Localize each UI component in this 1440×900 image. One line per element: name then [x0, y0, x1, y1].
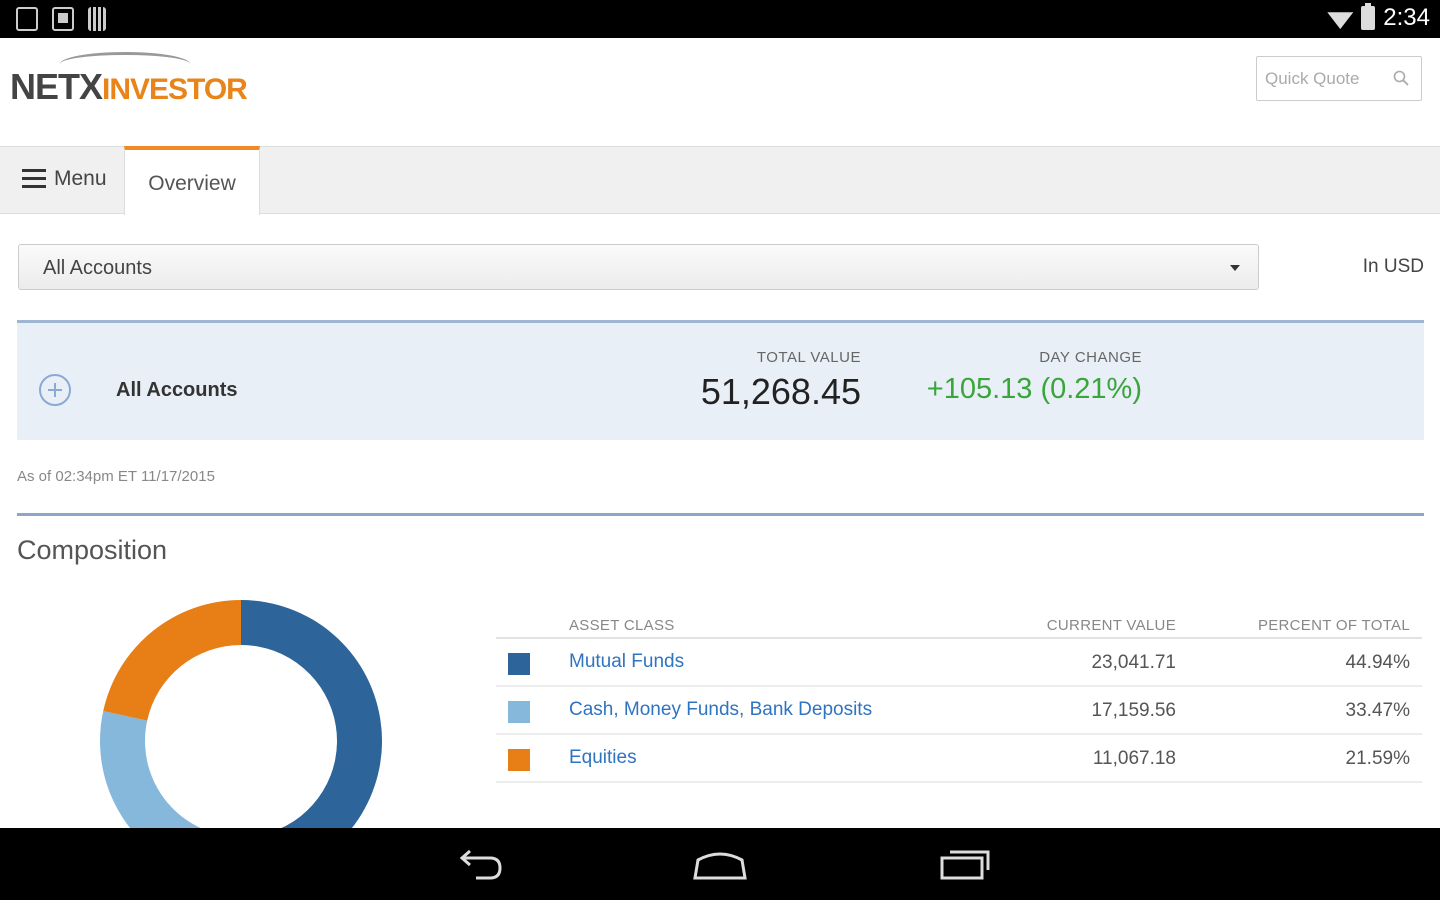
- caret-down-icon: [1230, 265, 1240, 271]
- percent-cell: 21.59%: [1345, 748, 1410, 769]
- quick-quote-input[interactable]: [1265, 67, 1385, 91]
- legend-swatch: [508, 749, 530, 771]
- notification-icons: [16, 7, 106, 31]
- android-nav-bar: [0, 828, 1440, 900]
- quick-quote-box[interactable]: [1256, 56, 1422, 101]
- asset-class-link[interactable]: Cash, Money Funds, Bank Deposits: [569, 699, 872, 721]
- day-change-value: +105.13 (0.21%): [926, 373, 1142, 405]
- sd-card-icon: [52, 7, 74, 31]
- table-row: Equities 11,067.18 21.59%: [496, 735, 1422, 783]
- wifi-icon: [1327, 7, 1353, 29]
- composition-title: Composition: [17, 535, 168, 565]
- total-value-label: TOTAL VALUE: [756, 349, 861, 366]
- account-select[interactable]: All Accounts: [18, 244, 1259, 290]
- tab-bar: Menu Overview: [0, 146, 1440, 215]
- menu-button[interactable]: Menu: [22, 167, 107, 191]
- summary-account-name: All Accounts: [116, 379, 238, 401]
- system-status: 2:34: [1327, 3, 1430, 32]
- account-summary: All Accounts TOTAL VALUE 51,268.45 DAY C…: [17, 320, 1424, 440]
- current-value-cell: 11,067.18: [1092, 748, 1176, 769]
- header-current-value: CURRENT VALUE: [1046, 617, 1176, 634]
- expand-plus-icon[interactable]: [39, 374, 71, 406]
- currency-label: In USD: [1362, 256, 1424, 277]
- status-bar: 2:34: [0, 0, 1440, 38]
- app-header: NETXINVESTOR: [0, 38, 1440, 146]
- clock: 2:34: [1383, 4, 1430, 31]
- tab-overview[interactable]: Overview: [124, 146, 260, 215]
- recent-apps-icon[interactable]: [938, 846, 992, 882]
- asset-class-link[interactable]: Equities: [569, 747, 637, 769]
- hamburger-icon: [22, 169, 46, 189]
- asset-class-link[interactable]: Mutual Funds: [569, 651, 684, 673]
- as-of-timestamp: As of 02:34pm ET 11/17/2015: [17, 468, 215, 485]
- donut-slice-2: [103, 600, 242, 721]
- section-divider: [17, 513, 1424, 516]
- composition-table: ASSET CLASS CURRENT VALUE PERCENT OF TOT…: [496, 612, 1422, 783]
- battery-icon: [1361, 3, 1376, 30]
- percent-cell: 44.94%: [1345, 652, 1410, 673]
- netx-investor-logo[interactable]: NETXINVESTOR: [10, 66, 248, 108]
- back-icon[interactable]: [454, 846, 504, 882]
- total-value: 51,268.45: [700, 371, 861, 412]
- day-change-label: DAY CHANGE: [1039, 349, 1142, 366]
- header-percent-of-total: PERCENT OF TOTAL: [1257, 617, 1410, 634]
- header-asset-class: ASSET CLASS: [569, 617, 675, 634]
- table-row: Cash, Money Funds, Bank Deposits 17,159.…: [496, 687, 1422, 735]
- current-value-cell: 17,159.56: [1091, 700, 1176, 721]
- percent-cell: 33.47%: [1345, 700, 1410, 721]
- table-header: ASSET CLASS CURRENT VALUE PERCENT OF TOT…: [496, 612, 1422, 639]
- legend-swatch: [508, 653, 530, 675]
- account-select-value: All Accounts: [43, 257, 152, 279]
- search-icon[interactable]: [1393, 70, 1409, 86]
- legend-swatch: [508, 701, 530, 723]
- home-icon[interactable]: [692, 846, 748, 882]
- current-value-cell: 23,041.71: [1091, 652, 1176, 673]
- download-notification-icon: [16, 7, 38, 31]
- menu-label: Menu: [54, 167, 107, 190]
- barcode-icon: [88, 7, 106, 31]
- table-row: Mutual Funds 23,041.71 44.94%: [496, 639, 1422, 687]
